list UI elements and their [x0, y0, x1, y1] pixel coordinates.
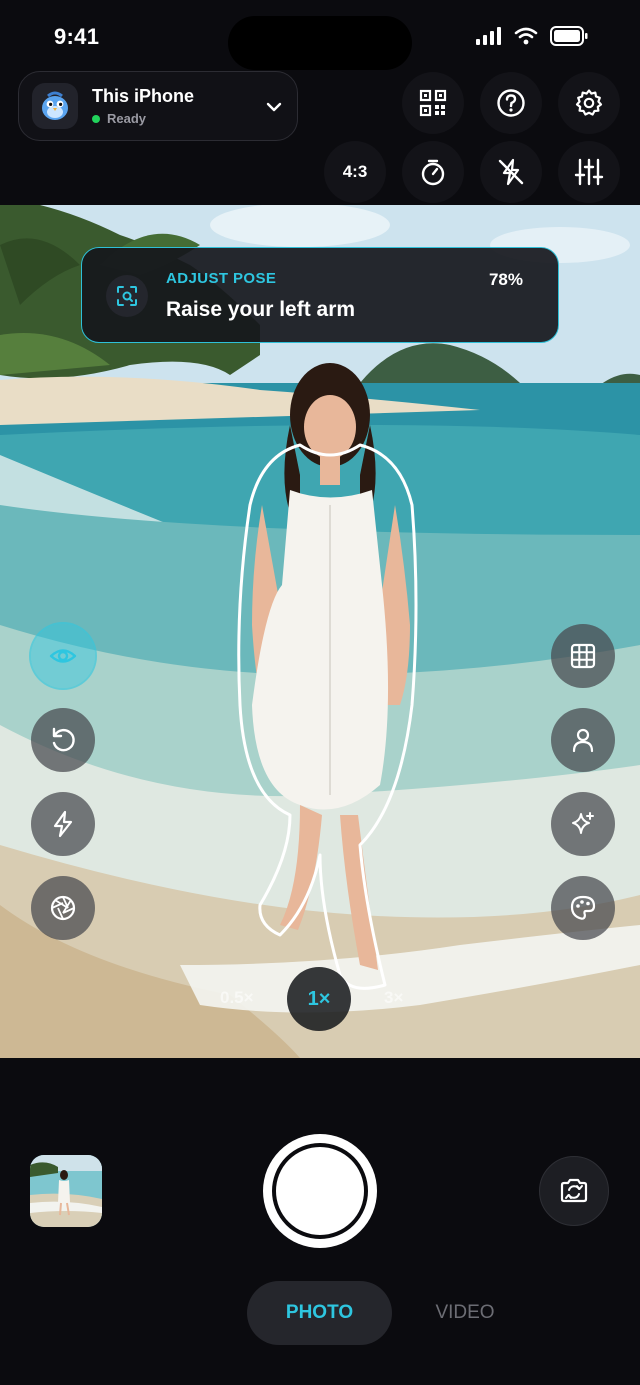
flip-camera-icon — [560, 1178, 588, 1203]
mode-video-tab[interactable]: VIDEO — [420, 1281, 510, 1345]
qr-code-icon — [419, 89, 447, 117]
palette-icon — [570, 895, 596, 920]
gallery-thumbnail[interactable] — [30, 1155, 102, 1227]
settings-button[interactable] — [558, 72, 620, 134]
help-icon — [497, 89, 525, 117]
mode-photo-tab[interactable]: PHOTO — [247, 1281, 392, 1345]
status-time: 9:41 — [54, 24, 100, 49]
battery-icon — [550, 26, 588, 46]
scan-face-icon — [117, 286, 137, 306]
cellular-signal-icon — [476, 27, 501, 45]
pose-scan-icon-wrap — [106, 275, 148, 317]
portrait-button[interactable] — [551, 708, 615, 772]
timer-icon — [421, 159, 445, 186]
device-selector[interactable]: This iPhone Ready — [18, 71, 298, 141]
flash-icon — [53, 810, 73, 838]
timer-button[interactable] — [402, 141, 464, 203]
zoom-option-wide[interactable]: 0.5× — [220, 988, 254, 1008]
aspect-ratio-label: 4:3 — [342, 162, 368, 181]
pose-guide-confidence: 78% — [488, 270, 523, 289]
grid-icon — [570, 643, 596, 669]
pose-guide-label: ADJUST POSE — [166, 270, 277, 287]
person-icon — [572, 728, 594, 753]
reset-button[interactable] — [31, 708, 95, 772]
pose-guide-card: ADJUST POSE Raise your left arm 78% — [81, 247, 559, 343]
help-button[interactable] — [480, 72, 542, 134]
grid-button[interactable] — [551, 624, 615, 688]
flip-camera-button[interactable] — [539, 1156, 609, 1226]
status-dot — [92, 114, 100, 123]
sparkles-icon — [572, 812, 594, 834]
wifi-icon — [514, 27, 538, 45]
filters-button[interactable] — [551, 876, 615, 940]
thumbnail-image — [30, 1155, 102, 1227]
aperture-button[interactable] — [31, 876, 95, 940]
bird-mascot-icon — [42, 91, 68, 120]
device-status-label: Ready — [107, 111, 147, 126]
eye-icon — [49, 649, 77, 663]
mode-video-label: VIDEO — [435, 1302, 495, 1323]
chevron-down-icon — [266, 102, 282, 112]
status-icons — [476, 26, 588, 46]
qr-code-button[interactable] — [402, 72, 464, 134]
settings-icon — [575, 89, 603, 116]
zoom-option-selected[interactable]: 1× — [287, 967, 351, 1031]
overlay-toggle-button[interactable] — [31, 624, 95, 688]
adjust-sliders-icon — [574, 158, 604, 186]
shutter-button[interactable] — [263, 1134, 377, 1248]
aspect-ratio-button[interactable]: 4:3 — [324, 141, 386, 203]
device-status: Ready — [92, 111, 194, 126]
device-name: This iPhone — [92, 86, 195, 106]
zoom-selected-label: 1× — [307, 987, 331, 1010]
dynamic-island — [228, 16, 412, 70]
shutter-inner — [272, 1143, 368, 1239]
aperture-icon — [50, 895, 76, 921]
zoom-option-tele[interactable]: 3× — [384, 988, 403, 1008]
mode-photo-label: PHOTO — [285, 1302, 354, 1323]
flash-button[interactable] — [31, 792, 95, 856]
enhance-button[interactable] — [551, 792, 615, 856]
undo-icon — [52, 727, 75, 752]
adjustments-button[interactable] — [558, 141, 620, 203]
pose-guide-instruction: Raise your left arm — [166, 298, 356, 321]
flash-off-button[interactable] — [480, 141, 542, 203]
flash-off-icon — [498, 158, 524, 186]
device-avatar — [32, 83, 78, 129]
